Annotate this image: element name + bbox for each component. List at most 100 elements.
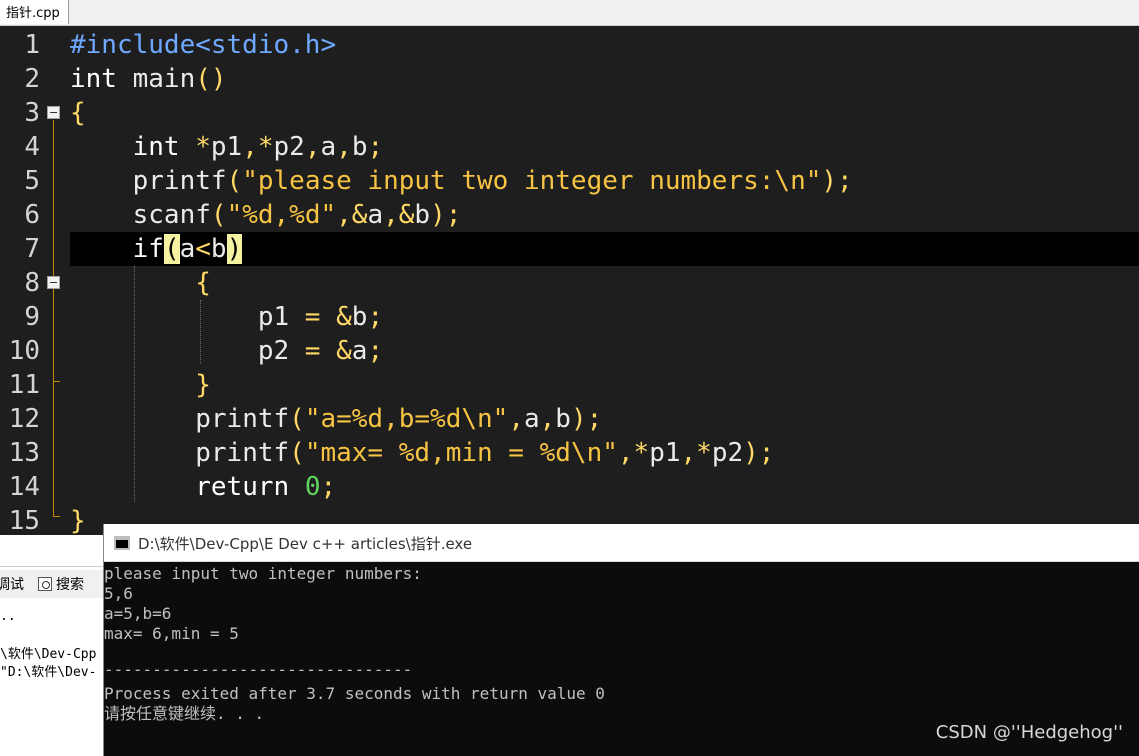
fold-minus-icon[interactable]	[47, 106, 60, 119]
code-area[interactable]: #include<stdio.h> int main() { int *p1,*…	[70, 26, 1139, 536]
code-line-10: p2 = &a;	[70, 334, 1139, 368]
console-title-bar[interactable]: D:\软件\Dev-Cpp\E Dev c++ articles\指针.exe	[104, 524, 1139, 562]
operator: ;	[367, 336, 384, 366]
operator: *	[257, 132, 274, 162]
function-name: printf	[195, 404, 290, 434]
code-line-6: scanf("%d,%d",&a,&b);	[70, 198, 1139, 232]
operator: <	[195, 234, 211, 264]
line-number-gutter: 1 2 3 4 5 6 7 8 9 10 11 12 13 14 15	[0, 26, 64, 536]
tab-label: 指针.cpp	[6, 6, 60, 21]
operator: ,	[508, 404, 524, 434]
keyword: int	[70, 64, 117, 94]
keyword: int	[132, 132, 180, 162]
line-number: 10	[8, 336, 40, 366]
fold-guide-line	[53, 120, 54, 517]
operator: ,	[336, 132, 352, 162]
identifier: p1	[257, 302, 290, 332]
identifier: p2	[257, 336, 290, 366]
code-line-13: printf("max= %d,min = %d\n",*p1,*p2);	[70, 436, 1139, 470]
punctuation: ()	[195, 64, 227, 94]
keyword: if	[132, 234, 164, 264]
operator: = &	[289, 336, 352, 366]
string-literal: "%d,%d"	[226, 200, 337, 230]
code-line-7-current: if(a<b)	[70, 232, 1139, 266]
console-line: please input two integer numbers:	[104, 564, 422, 583]
operator: ,	[383, 200, 399, 230]
operator: ,*	[617, 438, 650, 468]
punctuation: );	[821, 166, 853, 196]
console-line: Process exited after 3.7 seconds with re…	[104, 684, 605, 703]
identifier: p1	[210, 132, 243, 162]
console-separator: --------------------------------	[104, 660, 413, 679]
code-line-12: printf("a=%d,b=%d\n",a,b);	[70, 402, 1139, 436]
code-line-3: {	[70, 96, 1139, 130]
operator: ;	[367, 302, 384, 332]
line-number: 15	[8, 506, 40, 536]
fold-minus-icon[interactable]	[47, 276, 60, 289]
string-literal: "max= %d,min = %d\n"	[304, 438, 618, 468]
operator: ,	[242, 132, 258, 162]
operator: *	[179, 132, 211, 162]
identifier: p2	[711, 438, 744, 468]
line-number: 2	[24, 64, 40, 94]
number-literal: 0	[304, 472, 321, 502]
brace: }	[195, 370, 211, 400]
operator: &	[351, 200, 368, 230]
identifier: p2	[273, 132, 305, 162]
code-line-2: int main()	[70, 62, 1139, 96]
code-line-8: {	[70, 266, 1139, 300]
tab-bar: 指针.cpp	[0, 0, 1139, 26]
punctuation: (	[226, 166, 243, 196]
identifier: a	[367, 200, 384, 230]
identifier: b	[555, 404, 571, 434]
operator: ;	[320, 472, 337, 502]
code-line-5: printf("please input two integer numbers…	[70, 164, 1139, 198]
code-line-11: }	[70, 368, 1139, 402]
operator: &	[398, 200, 415, 230]
line-number: 8	[24, 268, 40, 298]
operator: ,*	[680, 438, 712, 468]
code-line-4: int *p1,*p2,a,b;	[70, 130, 1139, 164]
console-line: 5,6	[104, 584, 133, 603]
line-number: 14	[8, 472, 40, 502]
code-line-1: #include<stdio.h>	[70, 28, 1139, 62]
operator: ;	[367, 132, 384, 162]
line-number: 9	[24, 302, 40, 332]
operator: ,	[336, 200, 352, 230]
log-line: ..	[0, 609, 16, 624]
identifier: b	[351, 132, 368, 162]
operator: = &	[289, 302, 352, 332]
code-editor[interactable]: 1 2 3 4 5 6 7 8 9 10 11 12 13 14 15 #inc…	[0, 26, 1139, 536]
string-literal: "a=%d,b=%d\n"	[304, 404, 509, 434]
identifier: b	[210, 234, 227, 264]
code-line-14: return 0;	[70, 470, 1139, 504]
tab-search[interactable]: 搜索	[56, 574, 84, 594]
log-line: "D:\软件\Dev-	[0, 665, 97, 680]
tab-file[interactable]: 指针.cpp	[0, 0, 69, 24]
fold-end-marker	[53, 381, 60, 382]
function-name: printf	[132, 166, 227, 196]
function-name: scanf	[132, 200, 211, 230]
line-number: 5	[24, 166, 40, 196]
punctuation: (	[289, 404, 305, 434]
line-number: 6	[24, 200, 40, 230]
fold-end-marker	[53, 516, 60, 517]
brace: {	[195, 268, 211, 298]
operator: ,	[304, 132, 321, 162]
punctuation: (	[289, 438, 305, 468]
identifier: b	[414, 200, 431, 230]
console-window-icon	[114, 536, 130, 550]
search-icon[interactable]	[38, 577, 52, 591]
tab-debug[interactable]: 调试	[0, 574, 24, 594]
punctuation: );	[743, 438, 775, 468]
identifier: main	[116, 64, 196, 94]
line-number: 7	[24, 234, 40, 264]
